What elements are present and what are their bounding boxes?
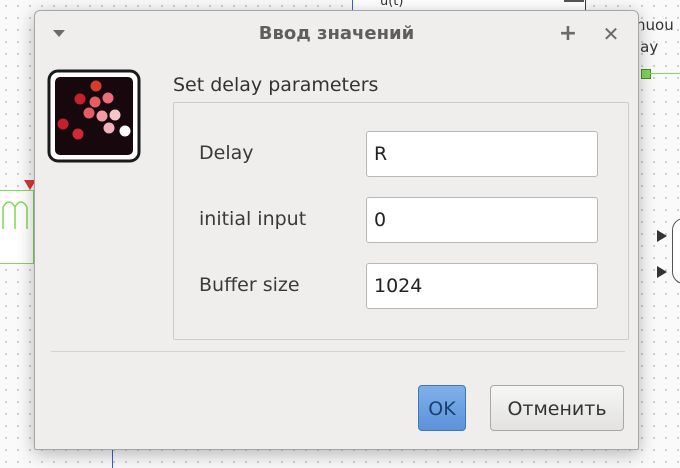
dialog-heading: Set delay parameters — [173, 74, 379, 96]
buffer-size-label: Buffer size — [199, 274, 300, 296]
input-dialog: Ввод значений + ✕ Set delay parameters D… — [34, 10, 639, 450]
scilab-app-icon — [47, 69, 141, 163]
dialog-titlebar[interactable]: Ввод значений + ✕ — [35, 11, 638, 59]
delay-label: Delay — [199, 142, 254, 164]
cancel-button[interactable]: Отменить — [490, 385, 624, 431]
cancel-button-label: Отменить — [507, 398, 607, 420]
background-caption-line: lay — [636, 38, 659, 56]
button-divider — [51, 351, 625, 352]
background-input-arrow — [657, 266, 667, 278]
background-block-symbol — [2, 201, 28, 229]
pin-icon[interactable]: + — [556, 21, 580, 47]
background-block-right — [672, 218, 680, 284]
delay-input[interactable] — [366, 131, 598, 177]
ok-button[interactable]: OK — [418, 385, 466, 431]
background-port — [641, 69, 651, 79]
initial-input-label: initial input — [199, 208, 307, 230]
dialog-title: Ввод значений — [258, 23, 415, 44]
initial-input-field[interactable] — [366, 197, 598, 243]
buffer-size-input[interactable] — [366, 263, 598, 309]
background-caption-line: nuou — [636, 16, 674, 34]
background-block-left — [0, 190, 34, 264]
background-wire — [564, 0, 584, 2]
background-link — [649, 73, 680, 74]
ok-button-label: OK — [428, 398, 456, 420]
background-input-arrow — [657, 230, 667, 242]
background-block-label: u(t) — [380, 0, 404, 9]
close-icon[interactable]: ✕ — [599, 21, 623, 47]
background-block-caption: nuou lay — [636, 14, 674, 58]
